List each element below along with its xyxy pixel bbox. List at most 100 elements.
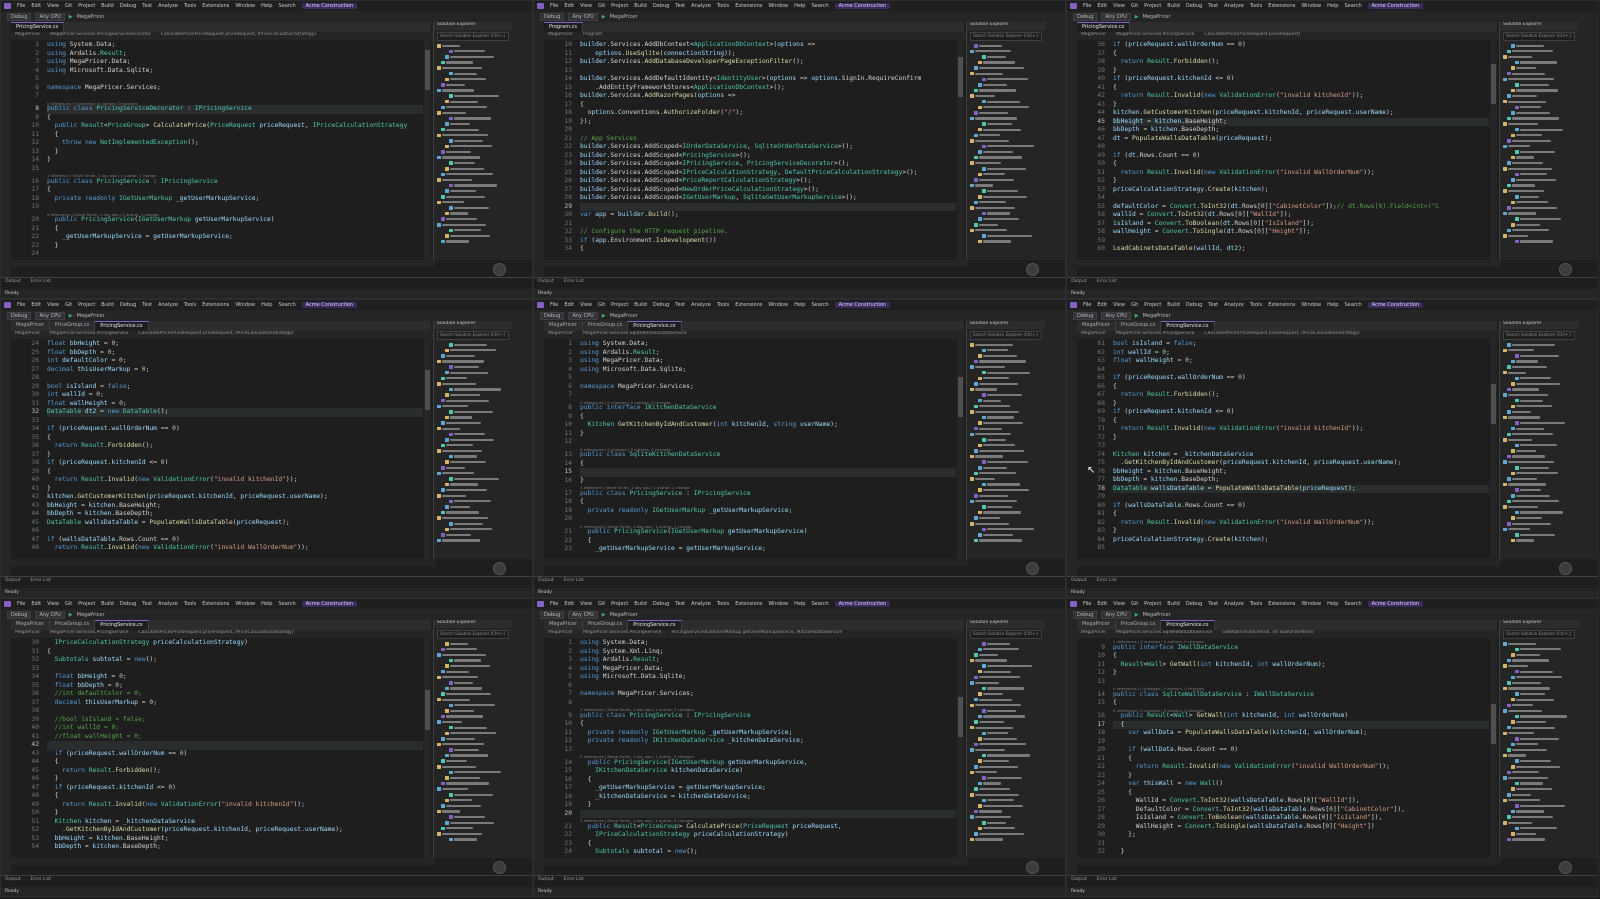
code-line[interactable]: var wallData = PopulateWallsDataTable(ki… [1113,729,1489,738]
document-tab[interactable]: PricingService.cs [628,321,682,331]
document-tab[interactable]: Program.cs [544,22,584,32]
code-line[interactable] [1113,143,1489,152]
code-line[interactable]: return Result.Invalid(new ValidationErro… [1113,92,1489,101]
code-line[interactable]: private readonly IKitchenDataService _ki… [580,737,956,746]
menu-item[interactable]: Edit [564,302,574,308]
code-line[interactable] [580,202,956,211]
platform-dropdown[interactable]: Any CPU [35,12,65,21]
menu-item[interactable]: Build [1167,3,1180,9]
menu-item[interactable]: Build [101,3,114,9]
navigation-dropdown[interactable]: PricingService(IGetUserMarkup getUserMar… [671,630,842,638]
tree-item[interactable] [434,239,512,245]
navigation-dropdown[interactable]: MegaPricer [548,32,573,40]
code-line[interactable]: builder.Services.AddScoped<PricingServic… [580,152,956,161]
code-line[interactable]: { [580,840,956,849]
tree-item[interactable] [434,538,512,544]
bottom-panel-tab[interactable]: Output [538,877,554,882]
menu-item[interactable]: Window [768,3,788,9]
bottom-panel-tab[interactable]: Output [1071,578,1087,583]
document-tab[interactable]: MegaPricer [1077,620,1116,630]
menu-item[interactable]: Project [1144,601,1161,607]
navigation-dropdown[interactable]: MegaPricer.Services.PricingServiceDecora… [50,32,151,40]
menu-item[interactable]: Build [634,3,647,9]
menu-item[interactable]: Tools [1250,601,1262,607]
navigation-dropdown[interactable]: MegaPricer.Services.PricingService [1116,331,1194,339]
document-tab[interactable]: PriceGroup.cs [50,620,96,630]
code-line[interactable]: DataTable wallsDataTable = PopulateWalls… [47,519,423,528]
code-line[interactable]: using System.Data; [580,340,956,349]
menu-item[interactable]: Debug [1186,3,1202,9]
code-line[interactable]: public class PricingServiceDecorator : I… [47,105,423,114]
code-line[interactable]: Result<Wall> GetWall(int kitchenId, int … [1113,661,1489,670]
code-line[interactable]: private readonly IGetUserMarkup _getUser… [580,729,956,738]
platform-dropdown[interactable]: Any CPU [568,12,598,21]
code-line[interactable] [47,250,423,259]
scrollbar-thumb[interactable] [425,370,430,410]
run-icon[interactable]: ▶ [1135,612,1139,618]
code-line[interactable]: public class SqliteKitchenDataService [580,451,956,460]
code-line[interactable]: if (priceRequest.wallOrderNum == 0) [1113,41,1489,50]
code-line[interactable] [47,665,423,674]
code-line[interactable]: float wallHeight = 0; [47,400,423,409]
tree-item[interactable] [967,538,1045,544]
code-line[interactable]: } [1113,101,1489,110]
menu-item[interactable]: Tools [717,601,729,607]
code-line[interactable]: // Configure the HTTP request pipeline. [580,228,956,237]
menu-item[interactable]: Project [78,601,95,607]
menu-item[interactable]: Debug [120,302,136,308]
code-line[interactable]: public class PricingService : IPricingSe… [580,712,956,721]
code-line[interactable] [580,220,956,229]
platform-dropdown[interactable]: Any CPU [568,311,598,320]
config-dropdown[interactable]: Debug [1073,311,1098,320]
code-line[interactable]: using MegaPricer.Data; [580,665,956,674]
menu-item[interactable]: Git [1131,601,1138,607]
platform-dropdown[interactable]: Any CPU [1101,12,1131,21]
editor-scrollbar[interactable] [1490,638,1497,858]
code-line[interactable]: IsIsland = Convert.ToBoolean(wallsDataTa… [1113,814,1489,823]
search-box[interactable]: Search [278,3,295,9]
code-line[interactable] [580,515,956,524]
code-line[interactable]: return Result.Invalid(new ValidationErro… [47,476,423,485]
code-line[interactable]: var thisWall = new Wall() [1113,780,1489,789]
code-area[interactable]: using System.Data; using Ardalis.Result; u… [580,339,956,559]
bottom-panel-tab[interactable]: Error List [31,279,51,284]
search-box[interactable]: Search [278,302,295,308]
code-line[interactable]: Kitchen kitchen = _kitchenDataService [1113,451,1489,460]
bottom-panel-tab[interactable]: Output [538,279,554,284]
code-line[interactable] [1113,678,1489,687]
bottom-panel-tab[interactable]: Error List [1097,578,1117,583]
menu-item[interactable]: Tools [184,302,196,308]
code-line[interactable]: } [47,809,423,818]
document-tab[interactable]: MegaPricer [1077,321,1116,331]
code-line[interactable]: public PricingService(IGetUserMarkup get… [580,759,956,768]
code-editor[interactable]: 30 31 32 33 34 35 36 37 38 39 40 41 42 43 44 45 46 47 48 49… [11,638,431,858]
code-line[interactable]: if (dt.Rows.Count == 0) [1113,152,1489,161]
document-tab[interactable]: MegaPricer [544,321,583,331]
code-line[interactable]: if (priceRequest.kitchenId <= 0) [47,784,423,793]
code-area[interactable]: bool isIsland = false; int wallId = 0; flo… [1113,339,1489,559]
code-line[interactable] [1113,194,1489,203]
code-line[interactable] [1113,738,1489,747]
menu-item[interactable]: Extensions [735,601,762,607]
code-line[interactable]: public class PricingService : IPricingSe… [47,178,423,187]
config-dropdown[interactable]: Debug [540,610,565,619]
code-line[interactable]: } [1113,527,1489,536]
code-line[interactable]: _kitchenDataService = kitchenDataService… [580,793,956,802]
code-line[interactable]: return Result.Forbidden(); [47,767,423,776]
code-line[interactable]: } [1113,772,1489,781]
code-line[interactable] [1113,442,1489,451]
run-icon[interactable]: ▶ [1135,313,1139,319]
code-area[interactable]: using System.Data; using System.Xml.Linq;… [580,638,956,858]
menu-item[interactable]: Project [611,3,628,9]
editor-scrollbar[interactable] [957,40,964,260]
code-line[interactable]: { [47,758,423,767]
code-line[interactable]: float wallHeight = 0; [1113,357,1489,366]
code-line[interactable]: float bbDepth = 0; [47,682,423,691]
code-area[interactable]: if (priceRequest.wallOrderNum == 0){ ret… [1113,40,1489,260]
code-line[interactable]: return Result.Invalid(new ValidationErro… [1113,169,1489,178]
menu-item[interactable]: Extensions [1268,302,1295,308]
code-line[interactable] [47,417,423,426]
code-line[interactable]: } [47,156,423,165]
menu-item[interactable]: Analyze [1224,601,1244,607]
menu-item[interactable]: Debug [1186,302,1202,308]
